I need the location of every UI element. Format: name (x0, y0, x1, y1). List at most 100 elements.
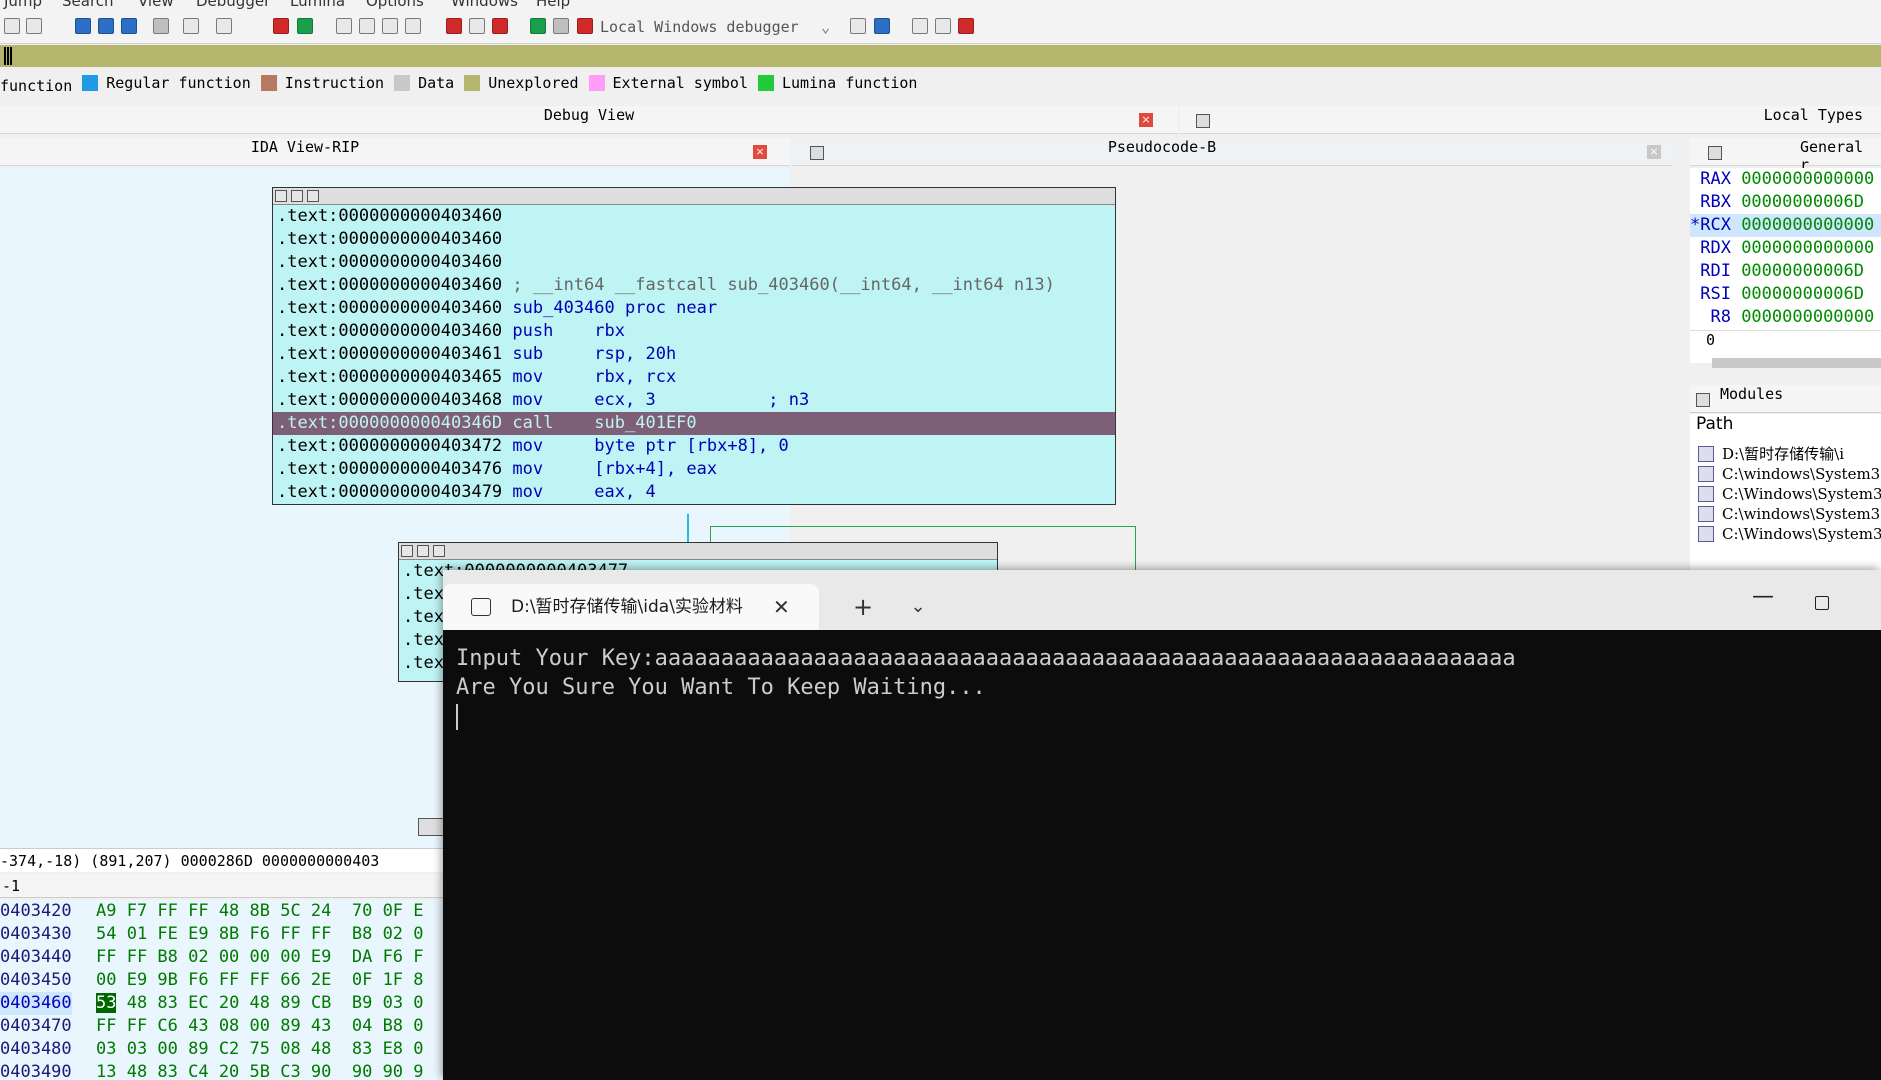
stop-sign-icon[interactable] (492, 18, 508, 34)
disasm-line[interactable]: .text:0000000000403460 (273, 251, 1115, 274)
maximize-button[interactable] (1815, 596, 1829, 610)
close-icon[interactable]: × (1647, 145, 1661, 159)
jump-icon[interactable] (4, 18, 20, 34)
close-tab-icon[interactable]: ✕ (773, 584, 790, 630)
disasm-line[interactable]: .text:0000000000403461 sub rsp, 20h (273, 343, 1115, 366)
step-out-icon[interactable] (874, 18, 890, 34)
hex-view-title[interactable]: -1 (0, 874, 447, 898)
overview-icon[interactable] (418, 818, 444, 836)
disasm-line[interactable]: .text:0000000000403460 ; __int64 __fastc… (273, 274, 1115, 297)
register-row[interactable]: R8 0000000000000 (1690, 306, 1881, 329)
menu-item[interactable]: Lumina (290, 0, 345, 10)
trace-icon[interactable] (958, 18, 974, 34)
new-tab-button[interactable]: + (843, 584, 883, 630)
pause-icon[interactable] (553, 18, 569, 34)
copy-icon[interactable] (153, 18, 169, 34)
ida-graph-view[interactable]: .text:0000000000403460 .text:00000000004… (0, 168, 1116, 568)
tab-general-registers[interactable]: General r (1690, 138, 1881, 174)
run-icon[interactable] (530, 18, 546, 34)
close-icon[interactable]: × (753, 145, 767, 159)
module-item[interactable]: C:\Windows\System3 (1690, 524, 1881, 544)
tab-ida-view[interactable]: IDA View-RIP × (0, 138, 790, 166)
edit-icon[interactable] (469, 18, 485, 34)
hex-row[interactable]: 0403480 03 03 00 89 C2 75 08 48 83 E8 0 (0, 1038, 447, 1061)
close-icon[interactable]: × (1139, 113, 1153, 127)
menu-item[interactable]: Search (62, 0, 114, 10)
text-icon[interactable] (216, 18, 232, 34)
disasm-line[interactable]: .text:000000000040346D call sub_401EF0 (273, 412, 1115, 435)
hex-row[interactable]: 0403440 FF FF B8 02 00 00 00 E9 DA F6 F (0, 946, 447, 969)
path-column-header[interactable]: Path (1690, 414, 1881, 444)
terminal-tab[interactable]: D:\暂时存储传输\ida\实验材料 ✕ (443, 584, 819, 630)
hex-row[interactable]: 0403490 13 48 83 C4 20 5B C3 90 90 90 9 (0, 1061, 447, 1080)
color-icon[interactable] (401, 545, 413, 557)
graph-icon[interactable] (273, 18, 289, 34)
debug-view-title[interactable]: Debug View × (0, 106, 1178, 134)
tab-pseudocode[interactable]: Pseudocode-B × (792, 138, 1672, 166)
hex-row[interactable]: 0403420 A9 F7 FF FF 48 8B 5C 24 70 0F E (0, 900, 447, 923)
menu-item[interactable]: Jump (4, 0, 42, 10)
register-row[interactable]: RAX 0000000000000 (1690, 168, 1881, 191)
hex-row[interactable]: 0403470 FF FF C6 43 08 00 89 43 04 B8 0 (0, 1015, 447, 1038)
modules-title[interactable]: Modules (1690, 385, 1881, 413)
stop-icon[interactable] (577, 18, 593, 34)
hex-row[interactable]: 0403450 00 E9 9B F6 FF FF 66 2E 0F 1F 8 (0, 969, 447, 992)
tab-dropdown-button[interactable]: ⌄ (898, 584, 938, 630)
graph-node-main[interactable]: .text:0000000000403460 .text:00000000004… (272, 187, 1116, 505)
terminal-output[interactable]: Input Your Key:aaaaaaaaaaaaaaaaaaaaaaaaa… (456, 644, 1866, 731)
terminal-titlebar[interactable]: D:\暂时存储传输\ida\实验材料 ✕ + ⌄ — (443, 570, 1881, 630)
hex-row[interactable]: 0403460 53 48 83 EC 20 48 89 CB B9 03 0 (0, 992, 447, 1015)
edit-node-icon[interactable] (417, 545, 429, 557)
register-row[interactable]: RSI 00000000006D (1690, 283, 1881, 306)
search-icon[interactable] (121, 18, 137, 34)
globe-icon[interactable] (297, 18, 313, 34)
disasm-line[interactable]: .text:0000000000403460 (273, 205, 1115, 228)
back-icon[interactable] (26, 18, 42, 34)
register-row[interactable]: RDI 00000000006D (1690, 260, 1881, 283)
list-icon[interactable] (912, 18, 928, 34)
module-item[interactable]: D:\暂时存储传输\i (1690, 444, 1881, 464)
menu-item[interactable]: View (138, 0, 174, 10)
module-item[interactable]: C:\windows\System3 (1690, 464, 1881, 484)
structs-icon[interactable] (405, 18, 421, 34)
register-row[interactable]: *RCX 0000000000000 (1690, 214, 1881, 237)
zoom-icon[interactable] (307, 190, 319, 202)
open-icon[interactable] (75, 18, 91, 34)
horizontal-scrollbar[interactable] (1712, 358, 1881, 368)
disasm-line[interactable]: .text:0000000000403460 push rbx (273, 320, 1115, 343)
names-icon[interactable] (359, 18, 375, 34)
ida-graph-view-lower[interactable] (0, 568, 447, 848)
edit-node-icon[interactable] (291, 190, 303, 202)
disasm-line[interactable]: .text:0000000000403479 mov eax, 4 (273, 481, 1115, 504)
disasm-line[interactable]: .text:0000000000403460 (273, 228, 1115, 251)
minimize-button[interactable]: — (1743, 584, 1783, 616)
module-item[interactable]: C:\Windows\System3 (1690, 484, 1881, 504)
terminal-window[interactable]: D:\暂时存储传输\ida\实验材料 ✕ + ⌄ — Input Your Ke… (443, 570, 1881, 1080)
menu-item[interactable]: Debugger (196, 0, 270, 10)
navigation-band[interactable] (0, 45, 1881, 67)
menu-item[interactable]: Help (536, 0, 570, 10)
menu-item[interactable]: Windows (451, 0, 518, 10)
list-indent-icon[interactable] (935, 18, 951, 34)
breakpoint-icon[interactable] (446, 18, 462, 34)
disasm-line[interactable]: .text:0000000000403465 mov rbx, rcx (273, 366, 1115, 389)
color-icon[interactable] (275, 190, 287, 202)
zoom-icon[interactable] (433, 545, 445, 557)
functions-icon[interactable] (336, 18, 352, 34)
disasm-line[interactable]: .text:0000000000403460 sub_403460 proc n… (273, 297, 1115, 320)
debugger-select[interactable]: Local Windows debugger ⌄ (596, 16, 836, 38)
strings-icon[interactable] (382, 18, 398, 34)
register-row[interactable]: RBX 00000000006D (1690, 191, 1881, 214)
hex-view[interactable]: 0403420 A9 F7 FF FF 48 8B 5C 24 70 0F E 04… (0, 900, 447, 1080)
modules-panel[interactable]: Path D:\暂时存储传输\i C:\windows\System3 C:\Win… (1690, 414, 1881, 570)
hex-row[interactable]: 0403430 54 01 FE E9 8B F6 FF FF B8 02 0 (0, 923, 447, 946)
save-icon[interactable] (98, 18, 114, 34)
step-over-icon[interactable] (850, 18, 866, 34)
step-into-icon[interactable] (183, 18, 199, 34)
local-types-title[interactable]: Local Types (1180, 106, 1881, 134)
disasm-line[interactable]: .text:0000000000403476 mov [rbx+4], eax (273, 458, 1115, 481)
register-row[interactable]: RDX 0000000000000 (1690, 237, 1881, 260)
disasm-line[interactable]: .text:0000000000403472 mov byte ptr [rbx… (273, 435, 1115, 458)
menu-item[interactable]: Options (366, 0, 424, 10)
disasm-line[interactable]: .text:0000000000403468 mov ecx, 3 ; n3 (273, 389, 1115, 412)
